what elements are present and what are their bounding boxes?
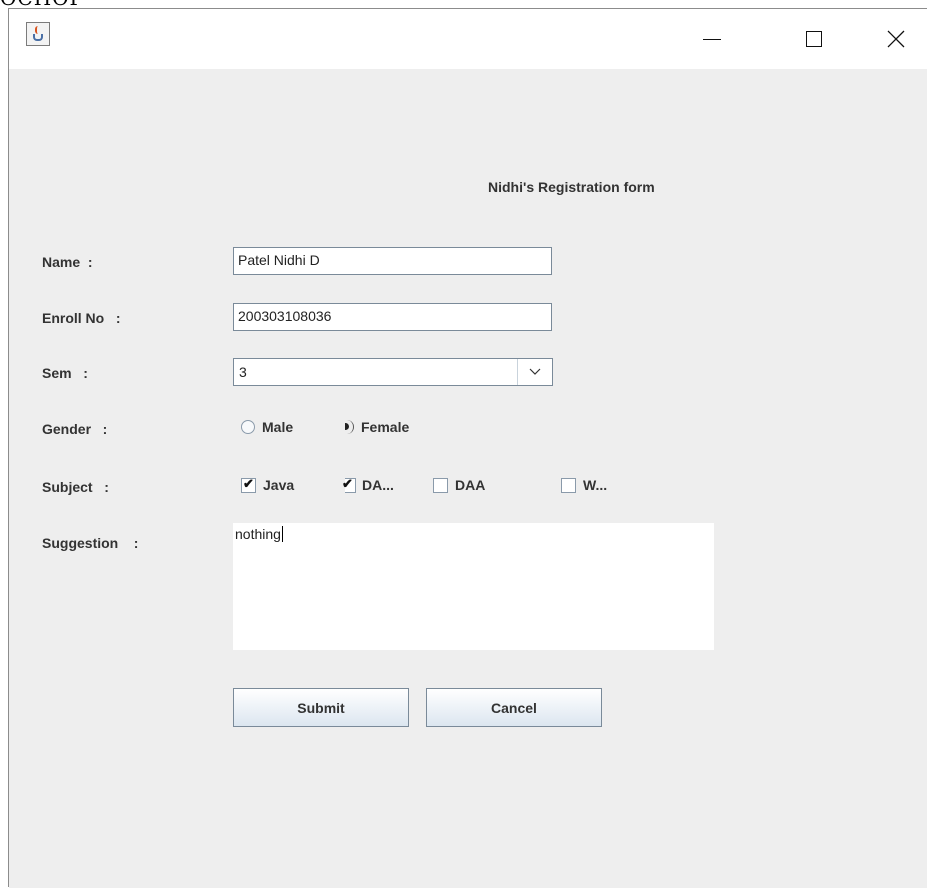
- minimize-button[interactable]: [681, 9, 743, 69]
- sem-label: Sem :: [42, 365, 88, 381]
- java-cup-icon[interactable]: [26, 22, 50, 46]
- submit-button[interactable]: Submit: [233, 688, 409, 727]
- radio-unselected-icon: [241, 420, 255, 434]
- sem-selected-value: 3: [239, 364, 247, 380]
- subject-checkbox-java[interactable]: ✔ Java: [241, 476, 295, 493]
- subject-daa-label: DAA: [455, 477, 486, 493]
- subject-checkbox-daa[interactable]: DAA: [433, 477, 485, 493]
- checkbox-unchecked-icon: [561, 477, 576, 493]
- sem-dropdown[interactable]: 3: [233, 358, 553, 386]
- name-field[interactable]: Patel Nidhi D: [233, 247, 552, 275]
- cancel-button[interactable]: Cancel: [426, 688, 602, 727]
- gender-female-label: Female: [361, 419, 410, 435]
- suggestion-label: Suggestion :: [42, 535, 139, 551]
- subject-label: Subject :: [42, 479, 109, 495]
- enroll-label: Enroll No :: [42, 310, 121, 326]
- suggestion-textarea[interactable]: nothing: [233, 523, 714, 650]
- gender-male-label: Male: [262, 419, 294, 435]
- gender-radio-female[interactable]: Female: [340, 419, 409, 435]
- close-icon: [887, 30, 905, 48]
- maximize-button[interactable]: [783, 9, 845, 69]
- minimize-icon: [703, 38, 721, 40]
- subject-w-label: W...: [583, 477, 608, 493]
- form-title: Nidhi's Registration form: [488, 179, 655, 195]
- title-bar: [9, 9, 927, 69]
- subject-da-label: DA...: [362, 477, 394, 493]
- subject-checkbox-w[interactable]: W...: [561, 477, 607, 493]
- checkbox-unchecked-icon: [433, 477, 448, 493]
- chevron-down-icon[interactable]: [517, 359, 552, 385]
- subject-checkbox-da[interactable]: ✔ DA...: [342, 476, 394, 494]
- gender-label: Gender :: [42, 421, 108, 437]
- clipped-background-text: ОСНОГ: [0, 0, 927, 8]
- checkbox-checked-icon: ✔: [342, 476, 356, 493]
- radio-selected-icon: [340, 420, 354, 434]
- text-caret: [281, 526, 283, 542]
- app-window: Nidhi's Registration form Name : Patel N…: [8, 8, 927, 888]
- form-panel: Nidhi's Registration form Name : Patel N…: [9, 69, 927, 888]
- subject-java-label: Java: [263, 477, 295, 493]
- gender-radio-male[interactable]: Male: [241, 419, 293, 435]
- suggestion-text: nothing: [235, 526, 281, 542]
- clipped-text: ОСНОГ: [0, 0, 84, 8]
- checkbox-checked-icon: ✔: [241, 476, 256, 493]
- enroll-field[interactable]: 200303108036: [233, 303, 552, 331]
- maximize-icon: [806, 31, 822, 47]
- close-button[interactable]: [865, 9, 927, 69]
- name-label: Name :: [42, 254, 93, 270]
